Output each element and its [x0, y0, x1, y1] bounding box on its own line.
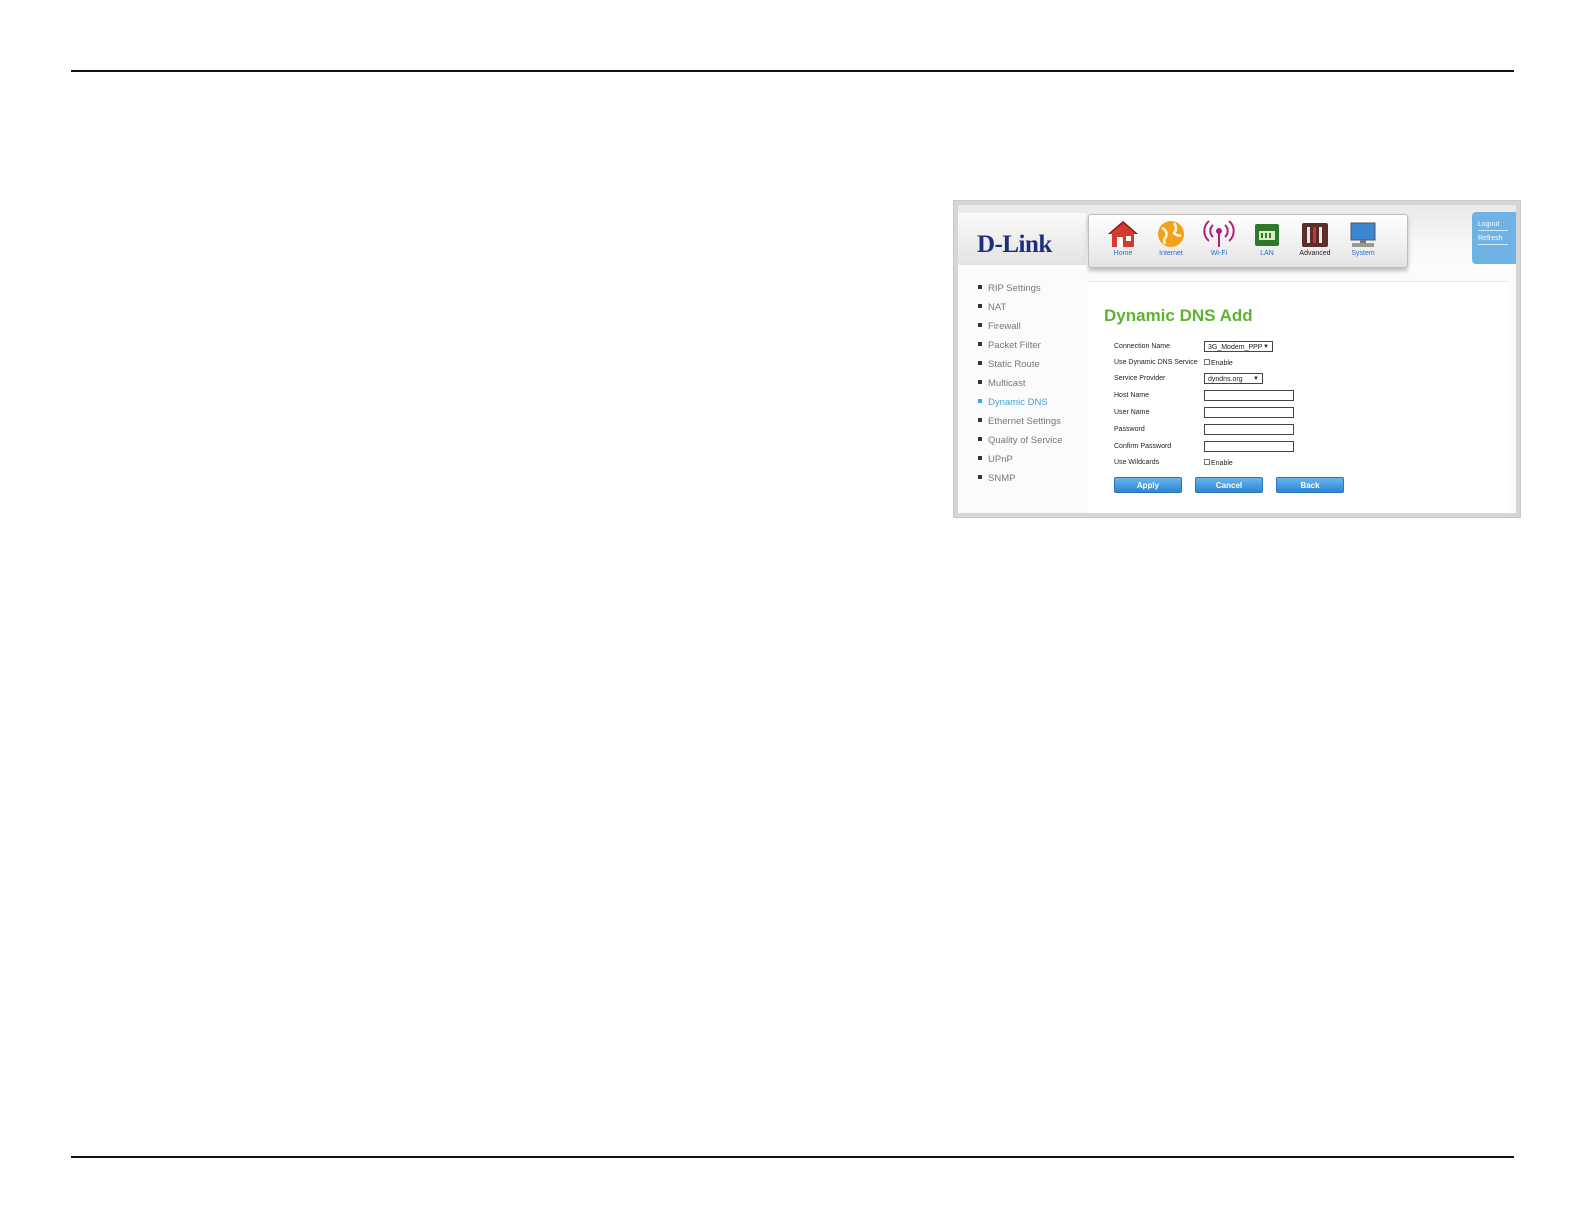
- sidebar-item-label: Dynamic DNS: [988, 397, 1048, 408]
- nav-lan[interactable]: LAN: [1245, 219, 1289, 265]
- nav-label-lan: LAN: [1260, 250, 1274, 257]
- bullet-icon: [978, 475, 982, 480]
- dropdown-arrow-icon: ▼: [1263, 344, 1269, 350]
- refresh-link[interactable]: Refresh: [1478, 235, 1508, 245]
- password-label: Password: [1114, 426, 1145, 433]
- user-name-input[interactable]: [1204, 407, 1294, 418]
- sidebar-item-ethernet-settings[interactable]: Ethernet Settings: [978, 416, 1061, 430]
- sidebar-item-label: Multicast: [988, 378, 1026, 389]
- sidebar-item-quality-of-service[interactable]: Quality of Service: [978, 435, 1062, 449]
- top-nav-bar: Home Internet Wi-Fi LAN Advanced System: [1088, 214, 1408, 268]
- nav-label-wifi: Wi-Fi: [1210, 250, 1228, 257]
- page-title: Dynamic DNS Add: [1104, 306, 1253, 325]
- advanced-icon: [1302, 223, 1328, 247]
- sidebar-item-snmp[interactable]: SNMP: [978, 473, 1015, 487]
- user-name-label: User Name: [1114, 409, 1150, 416]
- sidebar-item-label: Firewall: [988, 321, 1021, 332]
- confirm-password-input[interactable]: [1204, 441, 1294, 452]
- logout-link[interactable]: Logout: [1478, 221, 1508, 231]
- nav-wifi[interactable]: Wi-Fi: [1197, 219, 1241, 265]
- sidebar-item-nat[interactable]: NAT: [978, 302, 1006, 316]
- sidebar-item-static-route[interactable]: Static Route: [978, 359, 1040, 373]
- nav-advanced[interactable]: Advanced: [1293, 219, 1337, 265]
- password-input[interactable]: [1204, 424, 1294, 435]
- home-icon: [1108, 221, 1138, 247]
- sidebar-item-label: RIP Settings: [988, 283, 1041, 294]
- bullet-icon: [978, 342, 982, 347]
- service-provider-value: dyndns.org: [1208, 376, 1243, 383]
- nav-label-advanced: Advanced: [1299, 250, 1331, 257]
- sidebar-item-label: Ethernet Settings: [988, 416, 1061, 427]
- sidebar-item-rip-settings[interactable]: RIP Settings: [978, 283, 1041, 297]
- system-icon: [1350, 222, 1376, 247]
- bullet-icon: [978, 323, 982, 328]
- use-wildcards-enable-label: Enable: [1211, 460, 1233, 467]
- bullet-icon: [978, 361, 982, 366]
- wifi-icon: [1203, 220, 1235, 247]
- sidebar-item-dynamic-dns[interactable]: Dynamic DNS: [978, 397, 1048, 411]
- apply-button[interactable]: Apply: [1114, 477, 1182, 493]
- use-ddns-enable-label: Enable: [1211, 360, 1233, 367]
- bullet-icon: [978, 456, 982, 461]
- nav-system[interactable]: System: [1341, 219, 1385, 265]
- nav-internet[interactable]: Internet: [1149, 219, 1193, 265]
- nav-label-system: System: [1351, 250, 1375, 257]
- connection-name-label: Connection Name: [1114, 343, 1171, 350]
- lan-icon: [1255, 224, 1279, 246]
- bullet-icon: [978, 418, 982, 423]
- connection-name-value: 3G_Modem_PPP: [1208, 344, 1263, 351]
- host-name-input[interactable]: [1204, 390, 1294, 401]
- sidebar-item-packet-filter[interactable]: Packet Filter: [978, 340, 1041, 354]
- service-provider-label: Service Provider: [1114, 375, 1166, 382]
- sidebar-item-label: Quality of Service: [988, 435, 1063, 446]
- utility-panel: Logout Refresh: [1472, 212, 1516, 264]
- dropdown-arrow-icon: ▼: [1253, 376, 1259, 382]
- connection-name-select[interactable]: 3G_Modem_PPP ▼: [1204, 341, 1273, 352]
- router-screenshot: D-Link Home Internet Wi-Fi LAN Advanced …: [953, 200, 1521, 518]
- sidebar-item-firewall[interactable]: Firewall: [978, 321, 1021, 335]
- nav-label-home: Home: [1113, 250, 1133, 257]
- service-provider-select[interactable]: dyndns.org ▼: [1204, 373, 1263, 384]
- router-ui: D-Link Home Internet Wi-Fi LAN Advanced …: [958, 205, 1516, 513]
- sidebar-item-label: UPnP: [988, 454, 1013, 465]
- nav-home[interactable]: Home: [1101, 219, 1145, 265]
- sidebar-item-multicast[interactable]: Multicast: [978, 378, 1025, 392]
- use-ddns-checkbox[interactable]: [1204, 359, 1210, 365]
- use-ddns-label: Use Dynamic DNS Service: [1114, 359, 1198, 366]
- bullet-icon: [978, 437, 982, 442]
- bullet-icon: [978, 285, 982, 290]
- page-top-rule: [71, 70, 1514, 72]
- bullet-icon: [978, 399, 982, 404]
- bullet-icon: [978, 304, 982, 309]
- cancel-button[interactable]: Cancel: [1195, 477, 1263, 493]
- nav-label-internet: Internet: [1159, 250, 1183, 257]
- globe-icon: [1158, 221, 1184, 247]
- use-wildcards-label: Use Wildcards: [1114, 459, 1160, 466]
- sidebar-item-upnp[interactable]: UPnP: [978, 454, 1013, 468]
- sidebar-item-label: SNMP: [988, 473, 1016, 484]
- main-panel: Dynamic DNS Add Connection Name 3G_Modem…: [1088, 281, 1508, 513]
- page-bottom-rule: [71, 1156, 1514, 1158]
- sidebar-item-label: Static Route: [988, 359, 1040, 370]
- sidebar-item-label: Packet Filter: [988, 340, 1041, 351]
- dlink-logo: D-Link: [977, 231, 1052, 258]
- confirm-password-label: Confirm Password: [1114, 443, 1172, 450]
- logo-area: D-Link: [958, 213, 1086, 265]
- back-button[interactable]: Back: [1276, 477, 1344, 493]
- bullet-icon: [978, 380, 982, 385]
- host-name-label: Host Name: [1114, 392, 1150, 399]
- sidebar-item-label: NAT: [988, 302, 1007, 313]
- use-wildcards-checkbox[interactable]: [1204, 459, 1210, 465]
